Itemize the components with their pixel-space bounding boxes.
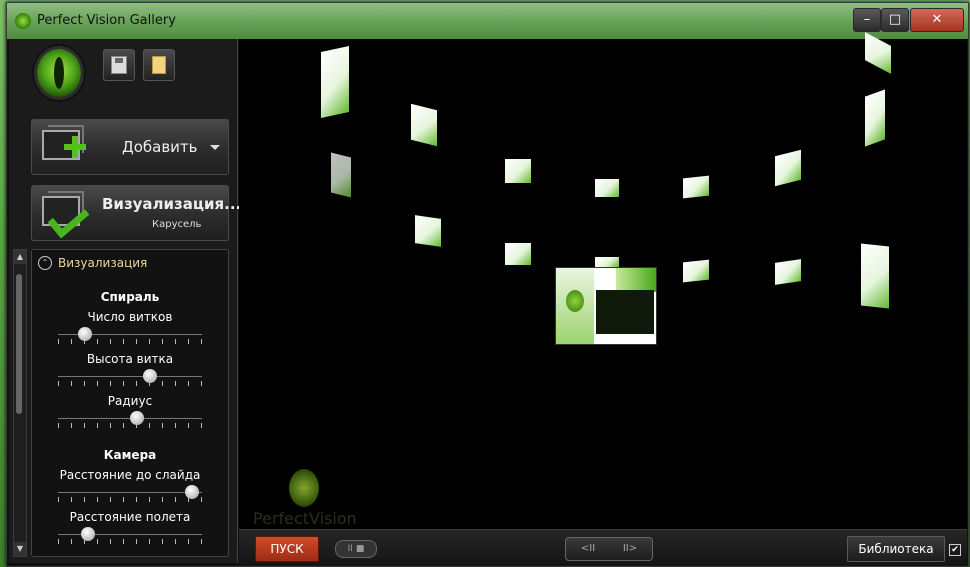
scroll-up-icon[interactable]: ▲: [14, 250, 26, 264]
app-window: Perfect Vision Gallery – □ ✕ Добавить Ви…: [6, 2, 969, 567]
slider-track: [58, 534, 202, 535]
section-title-spiral: Спираль: [100, 290, 160, 304]
slide-thumbnail[interactable]: [775, 259, 801, 285]
slider-label: Высота витка: [86, 352, 174, 366]
slider-ticks: [58, 497, 202, 502]
add-button-label: Добавить: [122, 138, 198, 156]
slide-thumbnail[interactable]: [865, 32, 891, 74]
panel-title: Визуализация: [58, 256, 148, 270]
watermark-text: PerfectVision: [253, 509, 357, 528]
slider-label: Число витков: [87, 310, 173, 324]
window-title: Perfect Vision Gallery: [37, 13, 176, 28]
slider-knob[interactable]: [78, 327, 92, 341]
plus-icon: [64, 136, 86, 158]
slide-thumbnail[interactable]: [683, 259, 709, 283]
chevron-down-icon[interactable]: [210, 145, 220, 150]
app-logo: [37, 49, 81, 97]
slider-ticks: [58, 339, 202, 344]
carousel-viewport[interactable]: PerfectVision: [239, 32, 967, 529]
visualization-button-label: Визуализация...: [102, 195, 242, 213]
scroll-thumb[interactable]: [16, 274, 22, 414]
slide-thumbnail[interactable]: [861, 243, 889, 309]
slide-distance-slider[interactable]: [58, 484, 202, 504]
slide-thumbnail[interactable]: [505, 159, 531, 183]
slider-ticks: [58, 381, 202, 386]
scroll-down-icon[interactable]: ▼: [14, 542, 26, 556]
slide-thumbnail[interactable]: [505, 243, 531, 265]
playback-bar: ПУСК II ■ <II II> Библиотека ✔: [239, 529, 967, 566]
active-slide-sidebar: [556, 268, 594, 344]
open-button[interactable]: [143, 49, 175, 81]
open-file-icon: [152, 56, 166, 74]
slider-label: Радиус: [107, 394, 153, 408]
slider-ticks: [58, 423, 202, 428]
slide-thumbnail[interactable]: [415, 215, 441, 247]
slider-knob[interactable]: [143, 369, 157, 383]
active-slide[interactable]: [555, 267, 657, 345]
turns-slider[interactable]: [58, 326, 202, 346]
slider-knob[interactable]: [130, 411, 144, 425]
minimize-button[interactable]: –: [853, 8, 881, 32]
slide-thumbnail[interactable]: [683, 175, 709, 199]
sidebar: Добавить Визуализация... Карусель ▲ ▼ ⌃ …: [9, 39, 241, 563]
app-logo-icon: [15, 13, 31, 29]
pause-stop-button[interactable]: II ■: [335, 540, 377, 558]
slide-thumbnail[interactable]: [865, 89, 885, 147]
slide-thumbnail[interactable]: [331, 152, 351, 198]
slide-thumbnail[interactable]: [595, 179, 619, 197]
slide-thumbnail[interactable]: [775, 149, 801, 187]
slide-thumbnail[interactable]: [411, 103, 437, 147]
library-button[interactable]: Библиотека: [847, 536, 945, 562]
visualization-button[interactable]: Визуализация... Карусель: [31, 185, 241, 241]
radius-slider[interactable]: [58, 410, 202, 430]
visualization-panel: ⌃ Визуализация Спираль Число витков Высо…: [31, 249, 229, 557]
save-button[interactable]: [103, 49, 135, 81]
active-slide-banner: [616, 268, 656, 292]
close-button[interactable]: ✕: [910, 8, 964, 32]
slide-logo-icon: [566, 290, 584, 312]
slide-navigation: <II II>: [565, 537, 653, 561]
active-slide-screenshot: [596, 290, 654, 334]
slider-track: [58, 376, 202, 377]
slider-track: [58, 492, 202, 493]
visualization-mode-label: Карусель: [152, 219, 202, 230]
slider-label: Расстояние полета: [69, 510, 191, 524]
slide-thumbnail[interactable]: [321, 46, 349, 118]
next-slide-button[interactable]: II>: [616, 541, 644, 557]
save-icon: [111, 56, 127, 74]
collapse-icon[interactable]: ⌃: [38, 256, 52, 270]
add-button[interactable]: Добавить: [31, 119, 229, 175]
slider-label: Расстояние до слайда: [59, 468, 201, 482]
slider-ticks: [58, 539, 202, 544]
maximize-button[interactable]: □: [881, 8, 909, 32]
slide-thumbnail[interactable]: [595, 257, 619, 267]
turn-height-slider[interactable]: [58, 368, 202, 388]
section-title-camera: Камера: [103, 448, 157, 462]
slider-knob[interactable]: [185, 485, 199, 499]
start-button[interactable]: ПУСК: [255, 536, 319, 562]
library-checkbox[interactable]: ✔: [949, 544, 961, 556]
title-bar[interactable]: Perfect Vision Gallery – □ ✕: [7, 3, 968, 39]
panel-scrollbar[interactable]: ▲ ▼: [13, 249, 27, 557]
watermark-logo-icon: [289, 469, 319, 507]
slider-knob[interactable]: [81, 527, 95, 541]
flight-distance-slider[interactable]: [58, 526, 202, 546]
previous-slide-button[interactable]: <II: [574, 541, 602, 557]
